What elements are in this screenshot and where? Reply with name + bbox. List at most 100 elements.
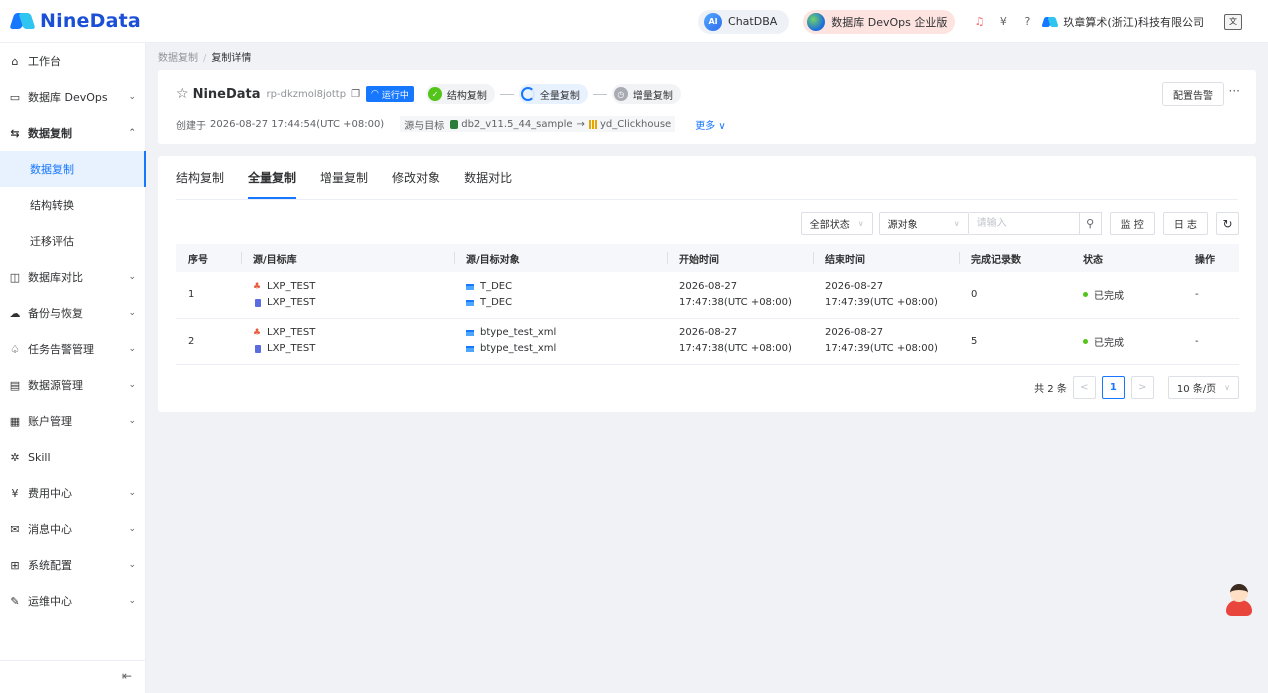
currency-icon[interactable]: ¥ [992,11,1014,33]
sidebar-subitem-schema-conversion[interactable]: 结构转换 [0,187,146,223]
chatdba-button[interactable]: AI ChatDBA [698,9,790,34]
stage-full-replication[interactable]: 全量复制 [518,84,588,104]
chevron-down-icon: ∨ [953,219,960,228]
arrow-right-icon: → [576,118,585,130]
sidebar-item-skill[interactable]: ✲ Skill [0,439,146,475]
brand-name: NineData [40,10,141,32]
customer-service-avatar-icon[interactable] [1225,582,1253,616]
target-object: T_DEC [480,296,513,308]
column-header: 状态 [1071,244,1183,272]
more-link[interactable]: 更多 ∨ [695,117,726,132]
column-header: 操作 [1183,244,1239,272]
chevron-down-icon: ⌄ [128,308,136,318]
stage-incremental-replication[interactable]: ◷ 增量复制 [611,84,681,104]
db-cell: ♣ LXP_TEST LXP_TEST [241,272,454,319]
stage-schema-replication[interactable]: ✓ 结构复制 [425,84,495,104]
brand-logo[interactable]: NineData [12,10,141,32]
record-count: 5 [959,318,1071,365]
star-icon[interactable]: ☆ [176,86,189,102]
sidebar-item-ops-center[interactable]: ✎ 运维中心 ⌄ [0,583,146,619]
sidebar-item-label: 消息中心 [28,523,72,536]
table-icon [466,283,474,290]
breadcrumb-parent[interactable]: 数据复制 [158,53,198,64]
tab-modify-objects[interactable]: 修改对象 [392,156,440,199]
loading-icon: ◠ [371,89,379,99]
collapse-sidebar-icon[interactable]: ⇤ [122,669,132,683]
sidebar-item-replication[interactable]: ⇆ 数据复制 ⌃ [0,115,146,151]
search-input[interactable] [968,213,1079,234]
pagination: 共 2 条 < 1 > 10 条/页 ∨ [1034,376,1239,399]
source-db-icon: ♣ [253,328,262,338]
sidebar-item-backup[interactable]: ☁ 备份与恢复 ⌄ [0,295,146,331]
monitor-button[interactable]: 监 控 [1109,212,1155,235]
more-label: 更多 [695,120,716,132]
status-dot-icon [1083,292,1088,298]
created-at: 2026-08-27 17:44:54(UTC +08:00) [210,118,385,130]
tab-full-replication[interactable]: 全量复制 [248,156,297,199]
chevron-down-icon: ∨ [857,219,864,228]
db-cell: ♣ LXP_TEST LXP_TEST [241,318,454,365]
sidebar-item-devops[interactable]: ▭ 数据库 DevOps ⌄ [0,79,146,115]
copy-icon[interactable]: ❐ [351,89,360,100]
message-icon: ✉ [10,522,20,536]
devops-edition-button[interactable]: 数据库 DevOps 企业版 [803,9,956,34]
sidebar-item-datasource[interactable]: ▤ 数据源管理 ⌄ [0,367,146,403]
target-object: btype_test_xml [480,343,557,354]
table-icon [466,299,474,306]
prev-page-button[interactable]: < [1072,376,1096,399]
chatdba-label: ChatDBA [728,15,778,28]
sidebar-item-system-config[interactable]: ⊞ 系统配置 ⌄ [0,547,146,583]
source-name[interactable]: db2_v11.5_44_sample [461,119,572,130]
status-text: 已完成 [1094,337,1124,349]
refresh-icon[interactable]: ↻ [1216,212,1239,235]
task-name: NineData [192,86,261,102]
status-badge: ◠ 运行中 [366,86,414,102]
source-db-icon: ♣ [253,281,262,292]
record-count: 0 [959,272,1071,319]
action-cell: - [1183,272,1239,319]
sidebar-subitem-replication[interactable]: 数据复制 [0,151,146,187]
page-size-select[interactable]: 10 条/页 ∨ [1167,376,1239,399]
sidebar-item-label: 数据复制 [28,127,72,140]
devops-icon: ▭ [9,90,21,104]
configure-alert-button[interactable]: 配置告警 [1162,82,1224,106]
tab-data-compare[interactable]: 数据对比 [464,156,512,199]
source-target-label: 源与目标 [404,120,445,132]
next-page-button[interactable]: > [1130,376,1154,399]
start-time-cell: 2026-08-27 17:47:38(UTC +08:00) [667,318,813,365]
object-type-select[interactable]: 源对象 ∨ [878,212,969,235]
task-id: rp-dkzmol8jottp [266,88,347,100]
skill-icon: ✲ [10,450,20,464]
page-1-button[interactable]: 1 [1101,376,1125,399]
sidebar-subitem-migration-assessment[interactable]: 迁移评估 [0,223,146,259]
bell-icon[interactable]: ♫ [968,11,990,33]
company-switcher[interactable]: 玖章算术(浙江)科技有限公司 [1043,14,1204,30]
sidebar-item-billing[interactable]: ¥ 费用中心 ⌄ [0,475,146,511]
table-header-row: 序号 源/目标库 源/目标对象 开始时间 结束时间 完成记录数 状态 操作 [176,244,1239,272]
sidebar-item-alarm[interactable]: ♤ 任务告警管理 ⌄ [0,331,146,367]
sidebar-item-messages[interactable]: ✉ 消息中心 ⌄ [0,511,146,547]
start-time: 17:47:38(UTC +08:00) [679,296,792,308]
sidebar-item-db-compare[interactable]: ◫ 数据库对比 ⌄ [0,259,146,295]
column-header: 源/目标对象 [454,244,667,272]
target-name[interactable]: yd_Clickhouse [600,119,671,130]
chevron-down-icon: ⌄ [128,380,136,390]
status-filter-value: 全部状态 [809,220,850,231]
tab-incremental-replication[interactable]: 增量复制 [320,156,368,199]
language-icon[interactable]: 文 [1224,13,1242,30]
backup-icon: ☁ [9,306,21,320]
start-time: 17:47:38(UTC +08:00) [679,343,792,354]
stage-connector [499,93,514,95]
tab-schema-replication[interactable]: 结构复制 [176,156,224,199]
sidebar-item-workbench[interactable]: ⌂ 工作台 [0,43,146,79]
end-time: 17:47:39(UTC +08:00) [825,343,938,354]
more-actions-icon[interactable]: ··· [1229,84,1240,98]
check-icon: ✓ [427,87,442,101]
sidebar-item-account[interactable]: ▦ 账户管理 ⌄ [0,403,146,439]
sidebar-item-label: 运维中心 [28,595,72,608]
log-button[interactable]: 日 志 [1162,212,1208,235]
help-icon[interactable]: ? [1016,11,1038,33]
replication-icon: ⇆ [10,126,20,140]
status-filter-select[interactable]: 全部状态 ∨ [800,212,873,235]
search-icon[interactable]: ⚲ [1078,213,1101,234]
